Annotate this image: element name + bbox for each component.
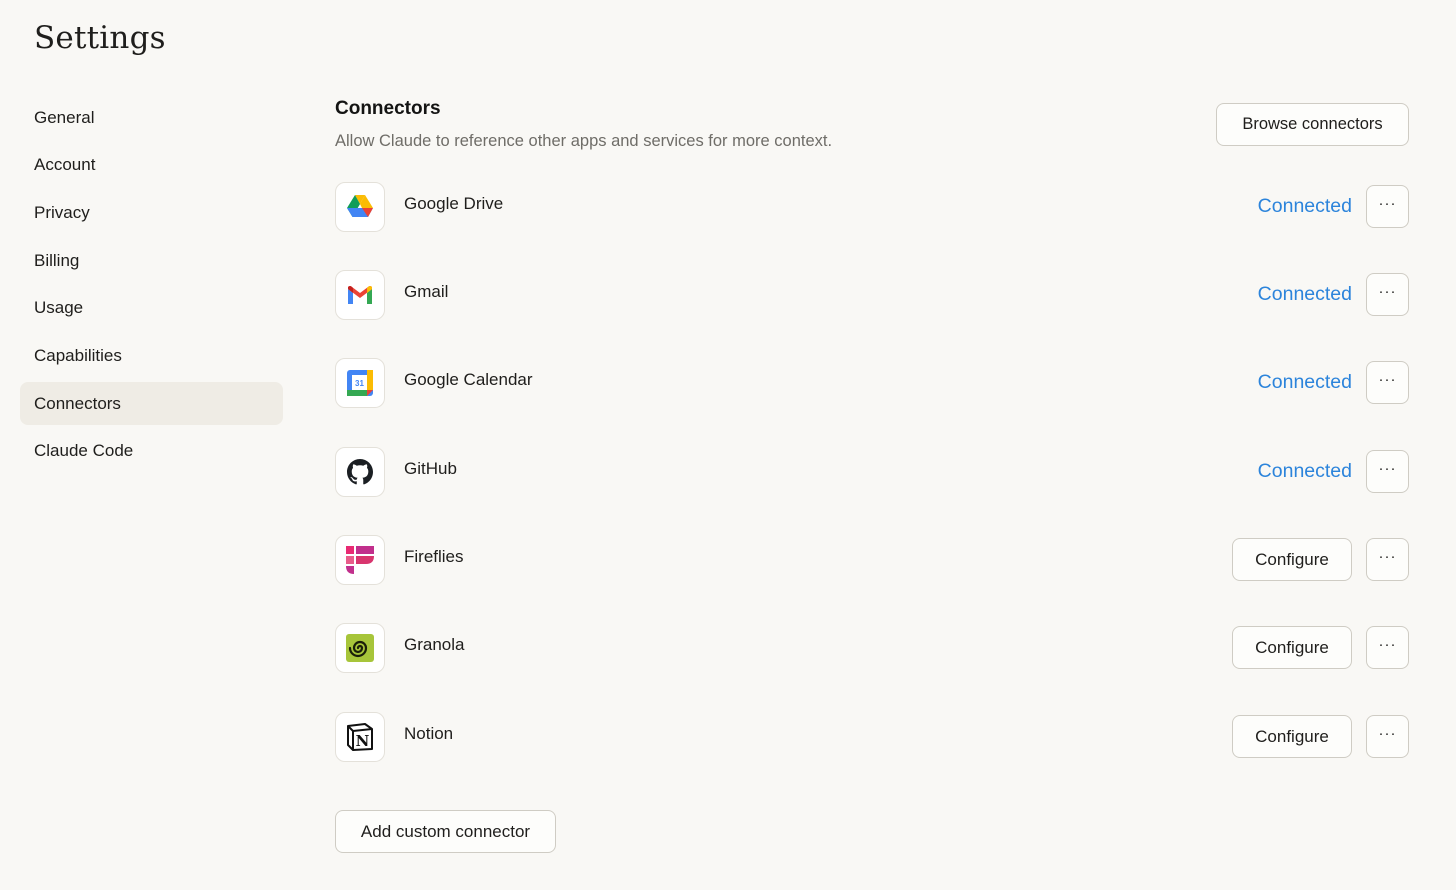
connector-name: Notion — [404, 724, 454, 743]
calendar-day-text: 31 — [355, 379, 364, 388]
settings-page: Settings General Account Privacy Billing… — [0, 0, 1456, 890]
notion-letter-text: N — [356, 732, 370, 750]
more-options-button[interactable]: ··· — [1366, 361, 1409, 404]
connector-row-granola: Granola Configure ··· — [335, 623, 1409, 675]
configure-button[interactable]: Configure — [1232, 626, 1352, 669]
connector-row-google-calendar: 31 Google Calendar Connected ··· — [335, 358, 1409, 410]
connector-name: GitHub — [404, 459, 457, 478]
gmail-icon — [335, 270, 385, 320]
more-options-button[interactable]: ··· — [1366, 626, 1409, 669]
connector-row-google-drive: Google Drive Connected ··· — [335, 182, 1409, 234]
connector-name: Fireflies — [404, 547, 464, 566]
settings-sidebar: General Account Privacy Billing Usage Ca… — [20, 96, 283, 478]
connected-status-link[interactable]: Connected — [1258, 195, 1352, 218]
sidebar-item-billing[interactable]: Billing — [20, 239, 283, 282]
notion-icon: N — [335, 712, 385, 762]
more-options-button[interactable]: ··· — [1366, 185, 1409, 228]
connector-row-github: GitHub Connected ··· — [335, 447, 1409, 499]
more-options-button[interactable]: ··· — [1366, 273, 1409, 316]
configure-button[interactable]: Configure — [1232, 538, 1352, 581]
google-calendar-icon: 31 — [335, 358, 385, 408]
more-options-button[interactable]: ··· — [1366, 538, 1409, 581]
page-title: Settings — [34, 20, 166, 56]
configure-button[interactable]: Configure — [1232, 715, 1352, 758]
granola-icon — [335, 623, 385, 673]
sidebar-item-usage[interactable]: Usage — [20, 287, 283, 330]
sidebar-item-connectors[interactable]: Connectors — [20, 382, 283, 426]
connector-row-fireflies: Fireflies Configure ··· — [335, 535, 1409, 587]
connector-row-notion: N Notion Configure ··· — [335, 712, 1409, 764]
fireflies-icon — [335, 535, 385, 585]
connector-row-gmail: Gmail Connected ··· — [335, 270, 1409, 322]
github-icon — [335, 447, 385, 497]
sidebar-item-account[interactable]: Account — [20, 144, 283, 187]
sidebar-item-capabilities[interactable]: Capabilities — [20, 334, 283, 377]
connector-name: Granola — [404, 635, 465, 654]
add-custom-connector-button[interactable]: Add custom connector — [335, 810, 556, 853]
sidebar-item-general[interactable]: General — [20, 96, 283, 139]
section-title: Connectors — [335, 98, 441, 119]
connected-status-link[interactable]: Connected — [1258, 283, 1352, 306]
browse-connectors-button[interactable]: Browse connectors — [1216, 103, 1409, 146]
more-options-button[interactable]: ··· — [1366, 715, 1409, 758]
connector-name: Google Calendar — [404, 370, 533, 389]
connector-name: Google Drive — [404, 194, 504, 213]
google-drive-icon — [335, 182, 385, 232]
connected-status-link[interactable]: Connected — [1258, 371, 1352, 394]
more-options-button[interactable]: ··· — [1366, 450, 1409, 493]
section-description: Allow Claude to reference other apps and… — [335, 132, 833, 150]
connector-name: Gmail — [404, 282, 449, 301]
connected-status-link[interactable]: Connected — [1258, 460, 1352, 483]
sidebar-item-claude-code[interactable]: Claude Code — [20, 430, 283, 473]
sidebar-item-privacy[interactable]: Privacy — [20, 191, 283, 234]
